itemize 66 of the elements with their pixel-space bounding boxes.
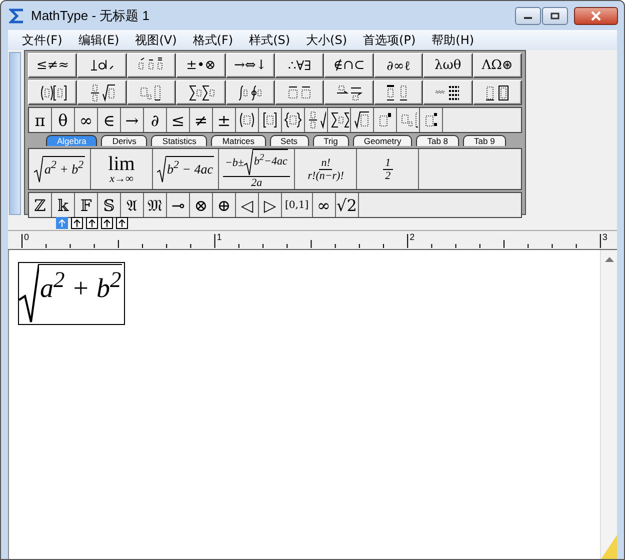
symbol-button[interactable]: ≤≠≈ — [28, 53, 78, 78]
up-arrow-icon — [87, 218, 97, 228]
equation[interactable]: a$^{2}$ + b$^{2}$ — [18, 262, 126, 325]
palette-tab[interactable]: Tab 9 — [463, 135, 506, 146]
symbol-button[interactable]: ∂∞ℓ — [374, 53, 424, 78]
template-icon — [335, 82, 364, 102]
template-icon — [236, 82, 264, 102]
size-button[interactable] — [86, 216, 98, 228]
template-icon — [329, 110, 349, 130]
template-icon — [283, 110, 303, 130]
template-icon — [38, 82, 67, 102]
maximize-button[interactable] — [542, 6, 568, 24]
template-icon — [306, 110, 326, 130]
ruler-label: 2 — [410, 232, 415, 242]
menu-item[interactable]: 大小(S) — [298, 30, 356, 50]
symbol-button[interactable]: ±•⊗ — [176, 53, 226, 78]
palette-tab[interactable]: Matrices — [211, 135, 266, 146]
document-area[interactable]: a$^{2}$ + b$^{2}$ — [9, 250, 600, 559]
close-icon — [590, 10, 602, 20]
symbol-button[interactable]: ΛΩ⊛ — [472, 53, 522, 78]
template-icon — [88, 82, 116, 102]
up-arrow-icon — [57, 218, 67, 228]
palette-tab[interactable]: Sets — [270, 135, 309, 146]
scroll-up-icon[interactable] — [604, 256, 614, 262]
menu-item[interactable]: 格式(F) — [184, 30, 242, 50]
template-icon — [483, 82, 512, 102]
palette-tab[interactable]: Geometry — [352, 135, 412, 146]
symbol-button[interactable]: ∉∩⊂ — [324, 53, 374, 78]
ruler-label: 3 — [602, 232, 608, 242]
radical-sign — [244, 149, 253, 176]
ruler-label: 1 — [216, 232, 222, 242]
close-button[interactable] — [574, 6, 618, 24]
menu-item[interactable]: 视图(V) — [127, 30, 185, 50]
maximize-icon — [550, 12, 560, 20]
ruler-label: 0 — [24, 232, 30, 242]
size-button[interactable] — [71, 216, 83, 228]
toolbar-handle[interactable] — [9, 52, 21, 215]
symbol-button[interactable]: ∴∀∃ — [275, 53, 324, 78]
template-button[interactable] — [328, 108, 351, 132]
menu-item[interactable]: 首选项(P) — [355, 30, 424, 50]
radical-sign — [34, 156, 44, 182]
size-button[interactable] — [101, 216, 113, 228]
menu-item[interactable]: 文件(F) — [14, 30, 70, 50]
radical-sign — [157, 156, 166, 182]
symbol-button[interactable]: →⇔↓ — [226, 53, 275, 78]
menu-item[interactable]: 样式(S) — [241, 30, 298, 50]
template-icon — [186, 82, 215, 102]
symbol-button[interactable]: √2 — [336, 193, 359, 217]
size-button[interactable] — [116, 216, 128, 228]
template-icon — [237, 110, 257, 130]
window-title: MathType - 无标题 1 — [31, 6, 150, 24]
radical-sign — [19, 264, 39, 324]
palette-tab[interactable]: Derivs — [101, 135, 148, 146]
palette-tab[interactable]: Trig — [312, 135, 349, 146]
up-arrow-icon — [102, 218, 112, 228]
palette-tab[interactable]: Statistics — [151, 135, 208, 146]
menu-item[interactable]: 编辑(E) — [70, 30, 128, 50]
minimize-button[interactable] — [515, 6, 541, 24]
template-button[interactable] — [282, 108, 305, 132]
template-icon — [352, 110, 372, 130]
symbol-button[interactable]: λωθ — [423, 53, 473, 78]
up-arrow-icon — [117, 218, 127, 228]
up-arrow-icon — [72, 218, 82, 228]
sigma-logo-icon — [9, 8, 25, 24]
palette-tab[interactable]: Tab 8 — [416, 135, 460, 146]
menu-item[interactable]: 帮助(H) — [424, 30, 482, 50]
